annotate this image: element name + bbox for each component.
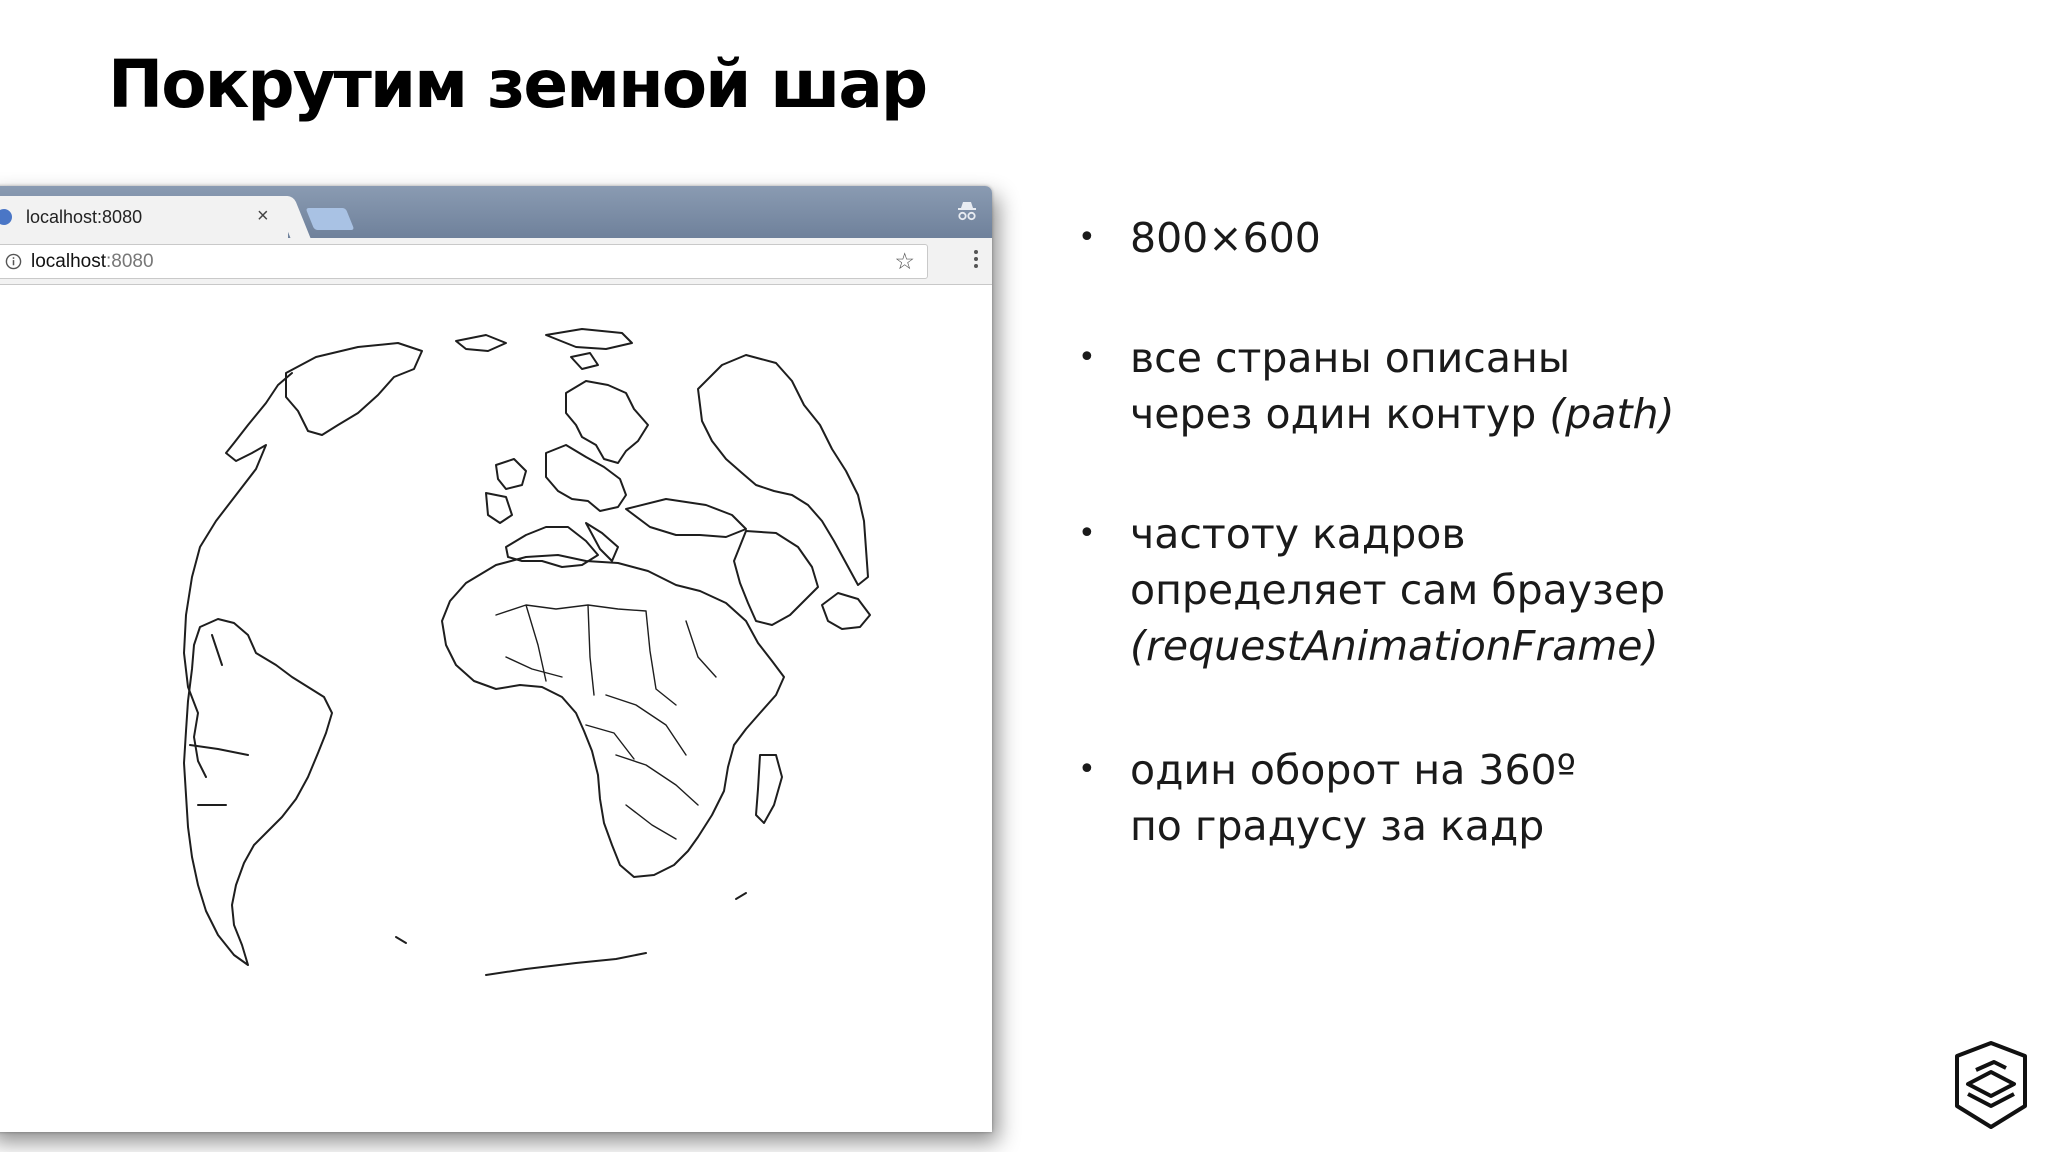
bullet-list: 800×600 все страны описаны через один ко… — [1078, 210, 1675, 854]
south-america-shape — [183, 618, 333, 966]
bullet-line: все страны описаны — [1130, 334, 1571, 382]
url-text: localhost:8080 — [31, 251, 154, 273]
url-port: :8080 — [106, 251, 154, 272]
incognito-icon[interactable] — [956, 200, 978, 222]
bullet-item: один оборот на 360º по градусу за кадр — [1078, 742, 1675, 854]
browser-menu-icon[interactable] — [974, 250, 978, 272]
browser-toolbar: localhost:8080 ☆ — [0, 238, 992, 285]
logo-icon — [1955, 1041, 2027, 1129]
bookmark-star-icon[interactable]: ☆ — [894, 248, 915, 275]
greenland-shape — [285, 342, 423, 436]
page-viewport — [0, 285, 992, 1132]
url-host: localhost — [31, 251, 106, 272]
bullet-line: 800×600 — [1130, 214, 1321, 262]
address-bar[interactable]: localhost:8080 ☆ — [0, 244, 928, 279]
africa-shape — [441, 554, 785, 878]
bullet-line: через один контур (path) — [1130, 386, 1675, 442]
browser-window: localhost:8080 × localhost:8080 ☆ — [0, 186, 992, 1132]
bullet-line-text: через один контур — [1130, 390, 1550, 438]
bullet-line: частоту кадров — [1130, 510, 1466, 558]
bullet-line: по градусу за кадр — [1130, 802, 1545, 850]
bullet-italic-note: (path) — [1549, 390, 1675, 438]
bullet-line: один оборот на 360º — [1130, 746, 1576, 794]
browser-tab[interactable]: localhost:8080 × — [0, 196, 288, 238]
bullet-item: все страны описаны через один контур (pa… — [1078, 330, 1675, 442]
tab-bar: localhost:8080 × — [0, 186, 992, 238]
globe-map — [183, 328, 871, 976]
bullet-item: 800×600 — [1078, 210, 1675, 266]
bullet-line: определяет сам браузер — [1130, 566, 1666, 614]
close-tab-icon[interactable]: × — [257, 205, 269, 228]
north-america-shape — [183, 372, 293, 778]
new-tab-button[interactable] — [305, 208, 355, 230]
bullet-italic-note: (requestAnimationFrame) — [1130, 622, 1659, 670]
asia-shape — [697, 354, 869, 586]
tab-title: localhost:8080 — [26, 207, 143, 227]
info-icon[interactable] — [5, 253, 22, 270]
page-favicon-icon — [0, 209, 12, 225]
bullet-item: частоту кадров определяет сам браузер (r… — [1078, 506, 1675, 674]
europe-shape — [485, 380, 747, 568]
slide-title: Покрутим земной шар — [108, 46, 928, 123]
